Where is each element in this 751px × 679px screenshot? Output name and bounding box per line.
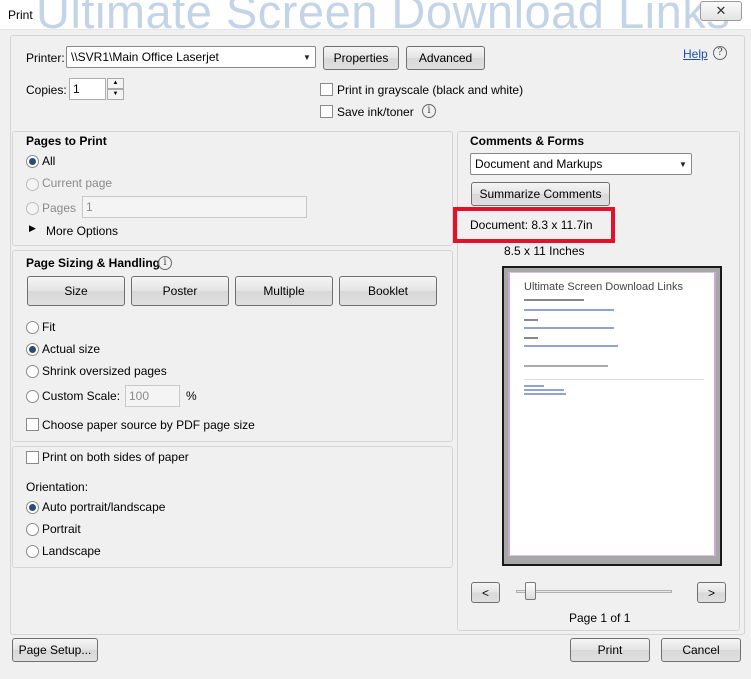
help-link[interactable]: Help bbox=[683, 47, 708, 61]
copies-decrement[interactable]: ▼ bbox=[107, 89, 124, 100]
preview-link-line bbox=[524, 327, 614, 329]
current-page-label: Current page bbox=[42, 176, 113, 190]
preview-line bbox=[524, 319, 538, 321]
info-icon[interactable]: i bbox=[158, 256, 172, 270]
expand-triangle-icon[interactable]: ▶ bbox=[29, 223, 36, 234]
auto-orientation-label: Auto portrait/landscape bbox=[42, 500, 166, 514]
more-options-label[interactable]: More Options bbox=[46, 224, 118, 238]
page-slider-track[interactable] bbox=[516, 590, 672, 593]
fit-label: Fit bbox=[42, 320, 56, 334]
copies-input[interactable]: 1 bbox=[69, 78, 106, 100]
shrink-oversized-label: Shrink oversized pages bbox=[42, 364, 167, 378]
summarize-comments-button[interactable]: Summarize Comments bbox=[471, 182, 610, 206]
actual-size-radio[interactable] bbox=[26, 343, 39, 356]
current-page-radio[interactable] bbox=[26, 178, 39, 191]
arrow-right-icon: > bbox=[707, 585, 715, 600]
chevron-down-icon: ▼ bbox=[303, 52, 311, 62]
printer-label: Printer: bbox=[26, 51, 65, 65]
properties-button[interactable]: Properties bbox=[323, 46, 399, 70]
portrait-label: Portrait bbox=[42, 522, 81, 536]
cancel-button[interactable]: Cancel bbox=[661, 638, 741, 662]
auto-orientation-radio[interactable] bbox=[26, 501, 39, 514]
comments-forms-select[interactable]: Document and Markups ▼ bbox=[470, 153, 692, 175]
page-slider-thumb[interactable] bbox=[525, 582, 536, 600]
title-bar: Ultimate Screen Download Links Print ✕ bbox=[0, 0, 751, 30]
next-page-button[interactable]: > bbox=[697, 582, 726, 603]
document-size-label: Document: 8.3 x 11.7in bbox=[470, 218, 593, 232]
chevron-down-icon: ▼ bbox=[679, 159, 687, 169]
page-sizing-title: Page Sizing & Handling bbox=[26, 256, 161, 270]
booklet-tab-button[interactable]: Booklet bbox=[339, 276, 437, 306]
close-button[interactable]: ✕ bbox=[700, 1, 742, 21]
custom-scale-label: Custom Scale: bbox=[42, 389, 121, 403]
both-sides-label: Print on both sides of paper bbox=[42, 450, 189, 464]
comments-forms-title: Comments & Forms bbox=[470, 134, 585, 148]
custom-scale-input[interactable]: 100 bbox=[125, 385, 180, 407]
actual-size-label: Actual size bbox=[42, 342, 101, 356]
preview-divider bbox=[524, 379, 704, 380]
orientation-label: Orientation: bbox=[26, 480, 89, 494]
copies-increment[interactable]: ▲ bbox=[107, 78, 124, 89]
all-pages-radio[interactable] bbox=[26, 155, 39, 168]
multiple-tab-button[interactable]: Multiple bbox=[235, 276, 333, 306]
grayscale-checkbox[interactable] bbox=[320, 83, 333, 96]
grayscale-label: Print in grayscale (black and white) bbox=[337, 83, 524, 97]
print-button[interactable]: Print bbox=[570, 638, 650, 662]
page-indicator: Page 1 of 1 bbox=[569, 611, 631, 625]
preview-link-line bbox=[524, 385, 544, 387]
arrow-left-icon: < bbox=[481, 585, 489, 600]
copies-value: 1 bbox=[73, 82, 80, 96]
paper-source-label: Choose paper source by PDF page size bbox=[42, 418, 255, 432]
close-icon: ✕ bbox=[715, 3, 727, 18]
percent-sign: % bbox=[186, 389, 197, 403]
print-preview: Ultimate Screen Download Links bbox=[502, 266, 722, 566]
preview-page: Ultimate Screen Download Links bbox=[508, 272, 716, 556]
previous-page-button[interactable]: < bbox=[471, 582, 500, 603]
pages-range-input[interactable]: 1 bbox=[82, 196, 307, 218]
save-ink-label: Save ink/toner bbox=[337, 105, 414, 119]
fit-radio[interactable] bbox=[26, 321, 39, 334]
copies-label: Copies: bbox=[26, 83, 67, 97]
preview-line bbox=[524, 337, 538, 339]
preview-link-line bbox=[524, 389, 564, 391]
preview-line bbox=[524, 299, 584, 301]
comments-forms-value: Document and Markups bbox=[475, 157, 603, 171]
preview-link-line bbox=[524, 345, 618, 347]
page-setup-button[interactable]: Page Setup... bbox=[12, 638, 98, 662]
portrait-radio[interactable] bbox=[26, 523, 39, 536]
poster-tab-button[interactable]: Poster bbox=[131, 276, 229, 306]
info-icon[interactable]: i bbox=[422, 104, 436, 118]
pages-range-radio[interactable] bbox=[26, 202, 39, 215]
all-pages-label: All bbox=[42, 154, 56, 168]
both-sides-checkbox[interactable] bbox=[26, 451, 39, 464]
custom-scale-radio[interactable] bbox=[26, 390, 39, 403]
landscape-radio[interactable] bbox=[26, 545, 39, 558]
size-tab-button[interactable]: Size bbox=[27, 276, 125, 306]
paper-size-label: 8.5 x 11 Inches bbox=[504, 244, 585, 258]
preview-page-heading: Ultimate Screen Download Links bbox=[524, 281, 683, 293]
printer-select-value: \\SVR1\Main Office Laserjet bbox=[71, 50, 219, 64]
preview-link-line bbox=[524, 309, 614, 311]
printer-select[interactable]: \\SVR1\Main Office Laserjet ▼ bbox=[66, 46, 316, 68]
watermark-text: Ultimate Screen Download Links bbox=[36, 0, 731, 30]
custom-scale-value: 100 bbox=[129, 389, 150, 403]
pages-to-print-title: Pages to Print bbox=[26, 134, 107, 148]
save-ink-checkbox[interactable] bbox=[320, 105, 333, 118]
landscape-label: Landscape bbox=[42, 544, 101, 558]
preview-line bbox=[524, 365, 608, 367]
pages-range-value: 1 bbox=[86, 200, 93, 214]
help-icon[interactable]: ? bbox=[713, 46, 727, 60]
preview-link-line bbox=[524, 393, 566, 395]
advanced-button[interactable]: Advanced bbox=[406, 46, 485, 70]
pages-range-label: Pages bbox=[42, 201, 77, 215]
paper-source-checkbox[interactable] bbox=[26, 418, 39, 431]
window-title: Print bbox=[8, 8, 33, 22]
shrink-oversized-radio[interactable] bbox=[26, 365, 39, 378]
